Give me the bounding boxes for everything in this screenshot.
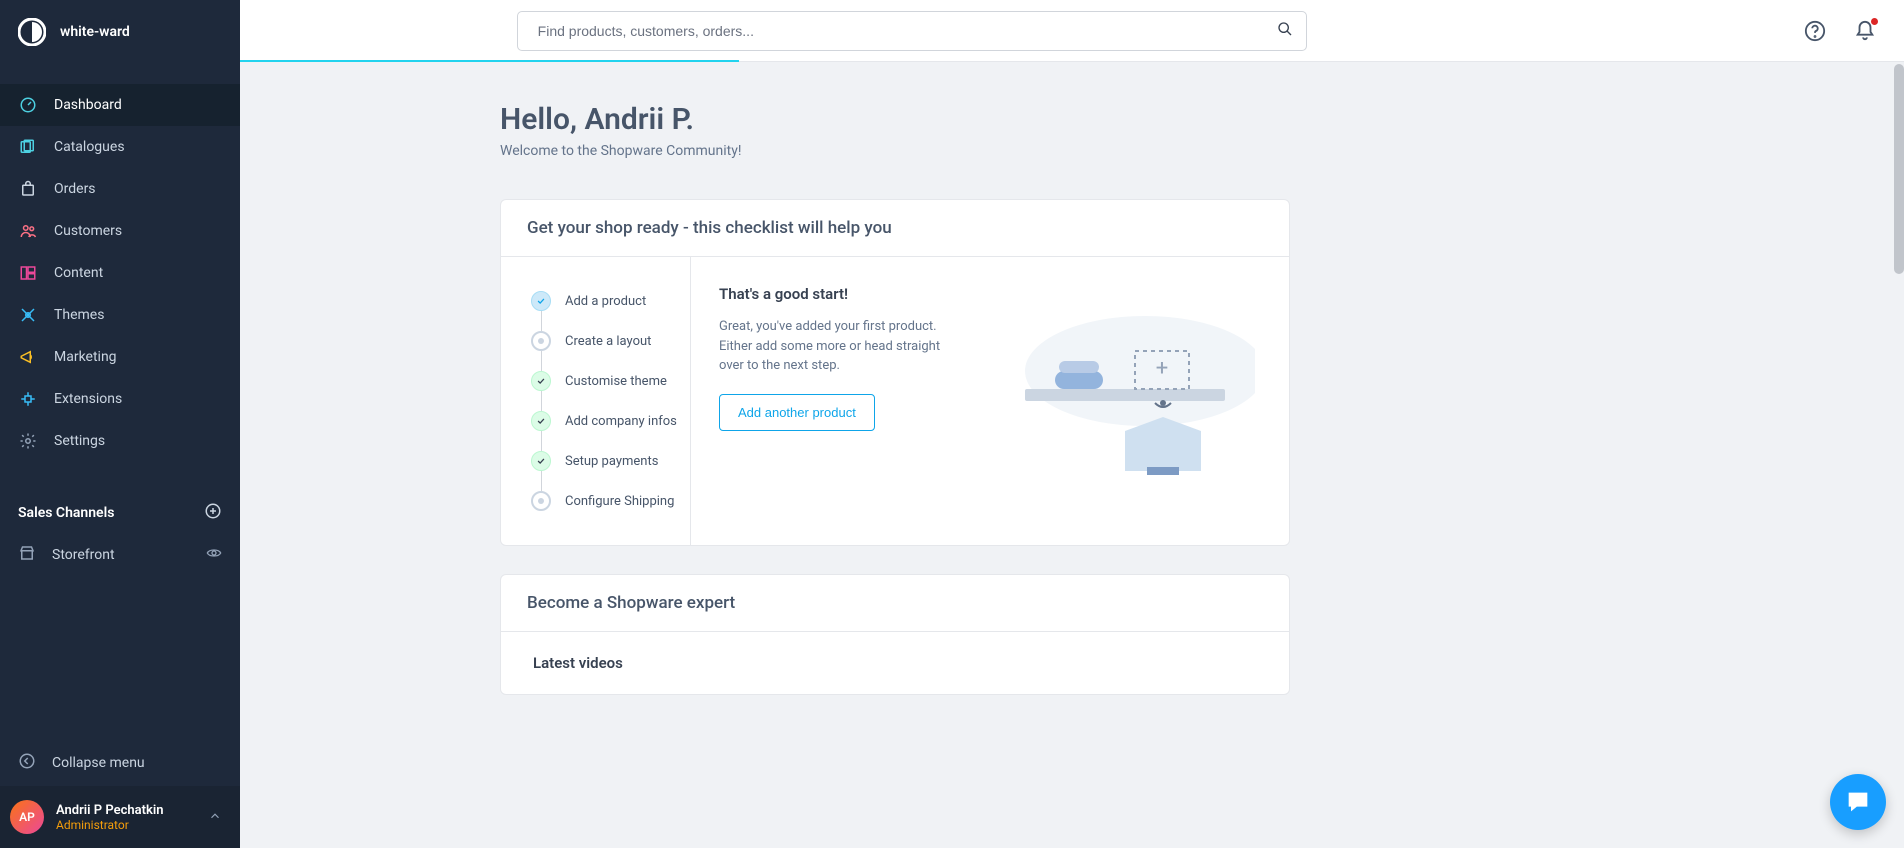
- extensions-icon: [18, 389, 38, 409]
- search-input[interactable]: [517, 11, 1307, 51]
- check-item-setup-payments[interactable]: Setup payments: [531, 441, 680, 481]
- scrollbar[interactable]: [1894, 64, 1904, 274]
- check-item-add-product[interactable]: Add a product: [531, 281, 680, 321]
- checklist-steps: Add a product Create a layout Customise …: [501, 257, 691, 545]
- dashboard-icon: [18, 95, 38, 115]
- user-meta: Andrii P Pechatkin Administrator: [56, 803, 163, 832]
- sidebar: white-ward Dashboard Catalogues Orders C…: [0, 0, 240, 848]
- add-another-product-button[interactable]: Add another product: [719, 394, 875, 431]
- gear-icon: [18, 431, 38, 451]
- nav-item-marketing[interactable]: Marketing: [0, 336, 240, 378]
- nav-label: Content: [54, 265, 103, 281]
- nav-label: Marketing: [54, 349, 117, 365]
- notification-dot: [1871, 18, 1878, 25]
- avatar: AP: [10, 800, 44, 834]
- brand[interactable]: white-ward: [0, 0, 240, 64]
- nav-label: Themes: [54, 307, 104, 323]
- chevron-up-icon: [208, 808, 222, 827]
- nav-item-catalogues[interactable]: Catalogues: [0, 126, 240, 168]
- user-role: Administrator: [56, 818, 163, 832]
- check-icon: [531, 291, 551, 311]
- collapse-menu[interactable]: Collapse menu: [0, 740, 240, 786]
- product-illustration: +: [989, 285, 1261, 517]
- themes-icon: [18, 305, 38, 325]
- check-icon: [531, 451, 551, 471]
- nav-item-settings[interactable]: Settings: [0, 420, 240, 462]
- nav-label: Extensions: [54, 391, 122, 407]
- detail-body: Great, you've added your first product. …: [719, 317, 959, 376]
- greeting-subtitle: Welcome to the Shopware Community!: [500, 143, 1290, 159]
- channel-label: Storefront: [52, 547, 115, 563]
- search-wrap: [517, 11, 1307, 51]
- bell-icon[interactable]: [1854, 20, 1876, 42]
- collapse-label: Collapse menu: [52, 755, 145, 771]
- check-item-configure-shipping[interactable]: Configure Shipping: [531, 481, 680, 521]
- check-label: Setup payments: [565, 454, 658, 469]
- user-name: Andrii P Pechatkin: [56, 803, 163, 818]
- check-label: Create a layout: [565, 334, 651, 349]
- main-nav: Dashboard Catalogues Orders Customers Co…: [0, 84, 240, 462]
- check-label: Customise theme: [565, 374, 667, 389]
- topbar: [240, 0, 1904, 62]
- sales-channels-label: Sales Channels: [18, 505, 114, 521]
- checklist-title: Get your shop ready - this checklist wil…: [501, 200, 1289, 257]
- check-label: Add company infos: [565, 414, 677, 429]
- channel-storefront[interactable]: Storefront: [0, 534, 240, 576]
- svg-text:+: +: [1156, 356, 1168, 381]
- nav-label: Customers: [54, 223, 122, 239]
- sales-channels-header: Sales Channels: [0, 492, 240, 534]
- content-scroll[interactable]: Hello, Andrii P. Welcome to the Shopware…: [240, 62, 1904, 848]
- check-item-company-infos[interactable]: Add company infos: [531, 401, 680, 441]
- search-icon[interactable]: [1277, 21, 1293, 41]
- nav-item-content[interactable]: Content: [0, 252, 240, 294]
- collapse-icon: [18, 752, 36, 774]
- nav-item-themes[interactable]: Themes: [0, 294, 240, 336]
- nav-item-orders[interactable]: Orders: [0, 168, 240, 210]
- check-item-create-layout[interactable]: Create a layout: [531, 321, 680, 361]
- user-menu[interactable]: AP Andrii P Pechatkin Administrator: [0, 786, 240, 848]
- check-icon: [531, 371, 551, 391]
- nav-item-extensions[interactable]: Extensions: [0, 378, 240, 420]
- main: Hello, Andrii P. Welcome to the Shopware…: [240, 0, 1904, 848]
- nav-label: Catalogues: [54, 139, 125, 155]
- check-icon: [531, 411, 551, 431]
- check-label: Add a product: [565, 294, 646, 309]
- chat-button[interactable]: [1830, 774, 1886, 830]
- shopware-logo-icon: [18, 18, 46, 46]
- nav-label: Dashboard: [54, 97, 122, 113]
- greeting: Hello, Andrii P. Welcome to the Shopware…: [500, 102, 1290, 159]
- orders-icon: [18, 179, 38, 199]
- brand-name: white-ward: [60, 24, 130, 40]
- todo-icon: [531, 491, 551, 511]
- nav-item-dashboard[interactable]: Dashboard: [0, 84, 240, 126]
- catalogues-icon: [18, 137, 38, 157]
- expert-title: Become a Shopware expert: [501, 575, 1289, 632]
- todo-icon: [531, 331, 551, 351]
- nav-item-customers[interactable]: Customers: [0, 210, 240, 252]
- help-icon[interactable]: [1804, 20, 1826, 42]
- check-item-customise-theme[interactable]: Customise theme: [531, 361, 680, 401]
- marketing-icon: [18, 347, 38, 367]
- checklist-detail: That's a good start! Great, you've added…: [691, 257, 1289, 545]
- add-channel-icon[interactable]: [204, 502, 222, 524]
- customers-icon: [18, 221, 38, 241]
- nav-label: Settings: [54, 433, 105, 449]
- greeting-title: Hello, Andrii P.: [500, 102, 1290, 137]
- checklist-panel: Get your shop ready - this checklist wil…: [500, 199, 1290, 546]
- expert-subheading: Latest videos: [501, 632, 1289, 694]
- content-icon: [18, 263, 38, 283]
- expert-panel: Become a Shopware expert Latest videos: [500, 574, 1290, 695]
- storefront-icon: [18, 544, 36, 566]
- check-label: Configure Shipping: [565, 494, 674, 509]
- topbar-actions: [1804, 20, 1876, 42]
- detail-heading: That's a good start!: [719, 285, 959, 303]
- eye-icon[interactable]: [206, 545, 222, 565]
- nav-label: Orders: [54, 181, 96, 197]
